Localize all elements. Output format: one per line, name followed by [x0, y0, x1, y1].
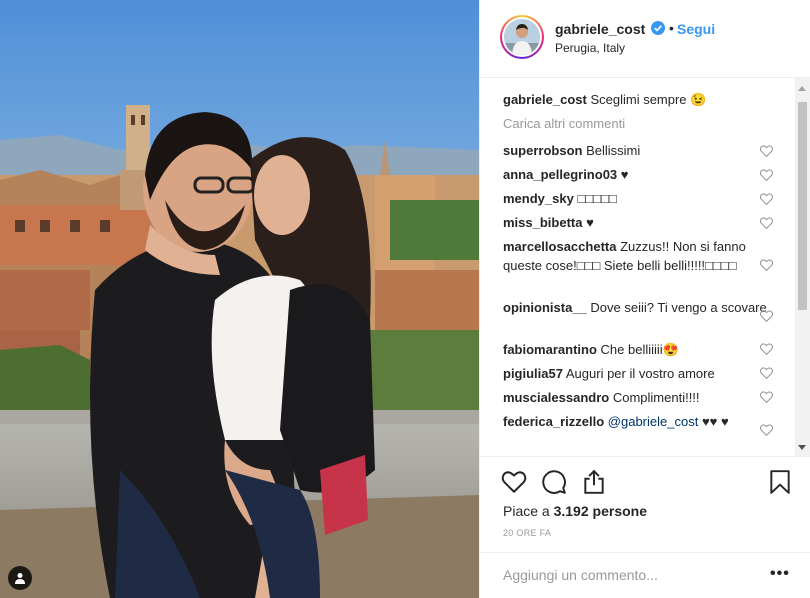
comment-text: Complimenti!!!!: [612, 390, 700, 405]
comment-item: fabiomarantino Che belliiiii😍: [503, 340, 773, 359]
comment-item: mendy_sky □□□□□: [503, 189, 773, 208]
comment-text: ♥: [586, 215, 594, 230]
heart-icon[interactable]: [501, 469, 527, 495]
comment-text: Che belliiiii😍: [600, 342, 679, 357]
follow-button[interactable]: Segui: [677, 21, 715, 37]
location-link[interactable]: Perugia, Italy: [555, 41, 625, 55]
comment-like-heart-icon[interactable]: [760, 259, 773, 271]
comment-text: Bellissimi: [586, 143, 641, 158]
comment-item: muscialessandro Complimenti!!!!: [503, 388, 773, 407]
comment-like-heart-icon[interactable]: [760, 169, 773, 181]
avatar-story-ring[interactable]: [500, 15, 544, 59]
post-side-panel: gabriele_cost • Segui Perugia, Italy gab…: [479, 0, 810, 598]
bookmark-icon[interactable]: [767, 469, 793, 495]
comment-text: □□□□□: [577, 191, 617, 206]
scrollbar-thumb[interactable]: [798, 102, 807, 310]
comment-item: marcellosacchetta Zuzzus!! Non si fanno …: [503, 237, 773, 275]
comment-item: opinionista__ Dove seiii? Ti vengo a sco…: [503, 298, 773, 317]
comment-username[interactable]: marcellosacchetta: [503, 239, 616, 254]
add-comment-bar: •••: [480, 552, 810, 598]
scroll-down-arrow-icon[interactable]: [798, 445, 806, 450]
separator-dot: •: [669, 20, 674, 36]
caption-text: Sceglimi sempre 😉: [590, 92, 707, 107]
avatar[interactable]: [504, 19, 540, 55]
comment-like-heart-icon[interactable]: [760, 310, 773, 322]
likes-count[interactable]: Piace a 3.192 persone: [503, 503, 647, 519]
caption-username[interactable]: gabriele_cost: [503, 92, 587, 107]
add-comment-input[interactable]: [503, 566, 753, 584]
comment-icon[interactable]: [541, 469, 567, 495]
comment-like-heart-icon[interactable]: [760, 391, 773, 403]
comment-like-heart-icon[interactable]: [760, 193, 773, 205]
likes-number: 3.192: [553, 503, 589, 519]
comments-list[interactable]: gabriele_cost Sceglimi sempre 😉 Carica a…: [480, 78, 810, 456]
comment-username[interactable]: pigiulia57: [503, 366, 563, 381]
comment-item: anna_pellegrino03 ♥: [503, 165, 773, 184]
comment-username[interactable]: fabiomarantino: [503, 342, 597, 357]
comments-scrollbar[interactable]: [795, 78, 810, 456]
caption: gabriele_cost Sceglimi sempre 😉: [503, 90, 773, 109]
comment-username[interactable]: mendy_sky: [503, 191, 574, 206]
likes-prefix: Piace a: [503, 503, 554, 519]
comment-like-heart-icon[interactable]: [760, 343, 773, 355]
username-link[interactable]: gabriele_cost: [555, 21, 645, 37]
comment-item: superrobson Bellissimi: [503, 141, 773, 160]
comment-username[interactable]: superrobson: [503, 143, 582, 158]
post-header: gabriele_cost • Segui Perugia, Italy: [480, 0, 810, 78]
comment-text: ♥: [620, 167, 629, 182]
comment-like-heart-icon[interactable]: [760, 145, 773, 157]
comment-like-heart-icon[interactable]: [760, 424, 773, 436]
comment-username[interactable]: federica_rizzello: [503, 414, 604, 429]
comment-item: miss_bibetta ♥: [503, 213, 773, 232]
comment-item: pigiulia57 Auguri per il vostro amore: [503, 364, 773, 383]
verified-badge-icon: [651, 21, 665, 35]
comment-username[interactable]: anna_pellegrino03: [503, 167, 617, 182]
share-icon[interactable]: [581, 469, 607, 495]
scroll-up-arrow-icon[interactable]: [798, 86, 806, 91]
comment-like-heart-icon[interactable]: [760, 367, 773, 379]
comment-item: federica_rizzello @gabriele_cost ♥♥ ♥: [503, 412, 773, 431]
more-options-icon[interactable]: •••: [770, 565, 790, 583]
comment-text: Auguri per il vostro amore: [565, 366, 715, 381]
comment-username[interactable]: miss_bibetta: [503, 215, 582, 230]
post-photo[interactable]: [0, 0, 479, 598]
post-actions: Piace a 3.192 persone 20 ORE FA: [480, 456, 810, 560]
load-more-comments-button[interactable]: Carica altri commenti: [503, 116, 625, 131]
post-timestamp[interactable]: 20 ORE FA: [503, 528, 551, 538]
comment-text: ♥♥ ♥: [701, 414, 729, 429]
comment-like-heart-icon[interactable]: [760, 217, 773, 229]
comment-username[interactable]: muscialessandro: [503, 390, 609, 405]
comment-mention[interactable]: @gabriele_cost: [608, 414, 699, 429]
user-tag-icon[interactable]: [8, 566, 32, 590]
comment-text: Dove seiii? Ti vengo a scovare: [590, 300, 767, 315]
likes-suffix: persone: [588, 503, 647, 519]
comment-username[interactable]: opinionista__: [503, 300, 587, 315]
